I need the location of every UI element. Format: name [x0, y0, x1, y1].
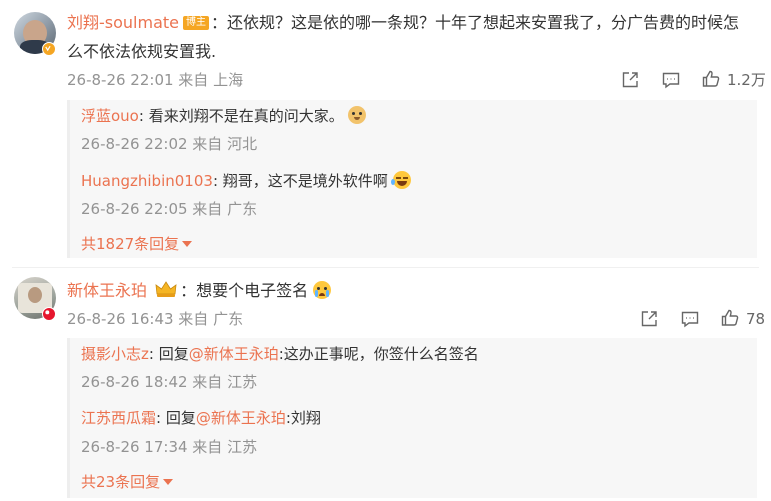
- caret-down-icon: [182, 241, 193, 247]
- reply-username-link[interactable]: 浮蓝ouo: [81, 107, 139, 125]
- comment-body: ：想要个电子签名: [180, 281, 309, 300]
- reply-meta: 26-8-26 18:42 来自 江苏: [81, 373, 258, 391]
- caret-down-icon: [163, 479, 174, 485]
- share-icon[interactable]: [639, 309, 659, 329]
- doge-icon: [348, 106, 367, 124]
- reply-username-link[interactable]: 摄影小志z: [81, 345, 149, 363]
- reply-username-link[interactable]: 江苏西瓜霜: [81, 409, 156, 427]
- mention-link[interactable]: @新体王永珀: [189, 345, 279, 363]
- comment-icon[interactable]: [661, 70, 681, 90]
- comment-icon[interactable]: [680, 309, 700, 329]
- reply-meta: 26-8-26 22:05 来自 广东: [81, 200, 258, 218]
- mention-link[interactable]: @新体王永珀: [196, 409, 286, 427]
- like-count: 78: [746, 310, 766, 328]
- like-icon[interactable]: [701, 69, 721, 89]
- divider: [12, 267, 759, 268]
- member-badge-icon: [42, 307, 56, 321]
- reply-item: 浮蓝ouo: 看来刘翔不是在真的问大家。: [81, 105, 367, 127]
- view-more-replies-link[interactable]: 共23条回复: [81, 472, 174, 492]
- reply-item: 江苏西瓜霜: 回复@新体王永珀:刘翔: [81, 407, 321, 429]
- reply-text: : 翔哥，这不是境外软件啊: [212, 172, 388, 190]
- reply-list: 摄影小志z: 回复@新体王永珀:这办正事呢，你签什么名签名 26-8-26 18…: [67, 338, 757, 498]
- verified-badge-icon: [42, 42, 56, 56]
- reply-prefix: : 回复: [156, 409, 196, 427]
- reply-meta: 26-8-26 17:34 来自 江苏: [81, 438, 258, 456]
- crown-vip-icon: [154, 280, 178, 298]
- crying-face-icon: [313, 281, 332, 299]
- comment-text-line2: 么不依法依规安置我.: [67, 42, 217, 61]
- view-more-label: 共1827条回复: [81, 235, 180, 253]
- reply-prefix: : 回复: [148, 345, 189, 363]
- view-more-label: 共23条回复: [81, 473, 161, 491]
- reply-list: 浮蓝ouo: 看来刘翔不是在真的问大家。 26-8-26 22:02 来自 河北…: [67, 100, 757, 258]
- reply-meta: 26-8-26 22:02 来自 河北: [81, 135, 258, 153]
- username-link[interactable]: 新体王永珀: [67, 281, 147, 300]
- reply-text: : 看来刘翔不是在真的问大家。: [138, 107, 344, 125]
- comment-text: 刘翔-soulmate 博主 ：还依规？这是依的哪一条规？十年了想起来安置我了，分广…: [67, 11, 739, 35]
- reply-text: :这办正事呢，你签什么名签名: [278, 345, 479, 363]
- username-link[interactable]: 刘翔-soulmate: [67, 13, 179, 32]
- comment-meta: 26-8-26 22:01 来自 上海: [67, 71, 244, 89]
- comment-meta: 26-8-26 16:43 来自 广东: [67, 310, 244, 328]
- reply-text: :刘翔: [285, 409, 321, 427]
- reply-username-link[interactable]: Huangzhibin0103: [81, 172, 213, 190]
- view-more-replies-link[interactable]: 共1827条回复: [81, 234, 193, 254]
- comment-text: 新体王永珀 ：想要个电子签名: [67, 279, 332, 303]
- share-icon[interactable]: [620, 70, 640, 90]
- like-icon[interactable]: [720, 308, 740, 328]
- reply-item: 摄影小志z: 回复@新体王永珀:这办正事呢，你签什么名签名: [81, 343, 479, 365]
- reply-item: Huangzhibin0103: 翔哥，这不是境外软件啊: [81, 170, 411, 192]
- like-count: 1.2万: [727, 71, 766, 89]
- author-badge: 博主: [183, 16, 209, 30]
- laugh-cry-icon: [390, 171, 411, 189]
- comment-body: ：还依规？这是依的哪一条规？十年了想起来安置我了，分广告费的时候怎: [211, 13, 740, 32]
